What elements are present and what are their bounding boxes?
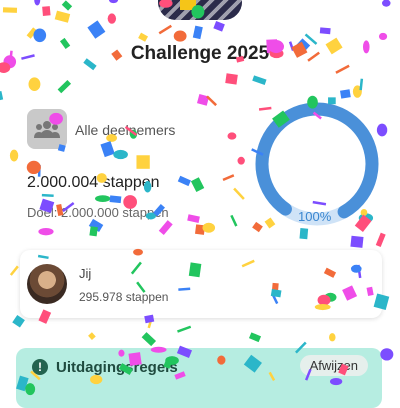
confetti-piece <box>26 27 38 39</box>
rules-title: Uitdagingsregels <box>56 359 178 376</box>
confetti-piece <box>9 265 19 276</box>
goal-text: Doel: 2.000.000 stappen <box>27 205 169 220</box>
confetti-piece <box>335 64 350 74</box>
confetti-piece <box>319 27 331 35</box>
confetti-piece <box>380 348 394 361</box>
confetti-piece <box>213 21 225 32</box>
confetti-piece <box>61 0 73 11</box>
confetti-piece <box>158 24 172 35</box>
confetti-piece <box>141 332 157 347</box>
confetti-piece <box>177 325 192 333</box>
confetti-piece <box>352 85 362 98</box>
confetti-piece <box>329 333 336 342</box>
confetti-piece <box>382 0 391 7</box>
total-steps: 2.000.004 stappen <box>27 174 160 191</box>
confetti-piece <box>54 10 71 23</box>
challenge-badge <box>158 0 242 20</box>
confetti-piece <box>248 332 262 343</box>
confetti-piece <box>108 0 119 4</box>
confetti-piece <box>252 75 267 85</box>
confetti-piece <box>173 30 187 42</box>
my-progress-card[interactable]: Jij 295.978 stappen <box>20 250 382 318</box>
info-icon: ! <box>32 359 48 375</box>
confetti-piece <box>42 6 51 16</box>
confetti-piece <box>87 20 106 39</box>
group-icon <box>27 109 67 149</box>
confetti-piece <box>359 78 364 91</box>
confetti-piece <box>9 149 19 162</box>
confetti-piece <box>192 25 203 40</box>
confetti-piece <box>2 7 18 13</box>
confetti-piece <box>34 0 41 6</box>
confetti-piece <box>88 332 96 340</box>
my-steps: 295.978 stappen <box>79 290 169 304</box>
confetti-piece <box>225 73 238 85</box>
confetti-piece <box>0 90 4 102</box>
page-title: Challenge 2025 <box>130 43 270 64</box>
rules-banner[interactable]: ! Uitdagingsregels Afwijzen <box>16 348 382 408</box>
confetti-piece <box>12 314 25 328</box>
progress-percent: 100% <box>298 209 332 224</box>
dismiss-button[interactable]: Afwijzen <box>299 355 368 376</box>
group-label: Alle deelnemers <box>75 122 176 138</box>
confetti-piece <box>107 13 117 24</box>
confetti-piece <box>28 77 41 92</box>
confetti-piece <box>138 32 149 42</box>
confetti-piece <box>57 80 72 94</box>
group-progress-card[interactable]: Alle deelnemers 2.000.004 stappen Doel: … <box>20 97 382 240</box>
avatar <box>27 264 67 304</box>
confetti-piece <box>378 32 388 40</box>
my-name: Jij <box>79 266 92 281</box>
confetti-piece <box>33 28 47 43</box>
